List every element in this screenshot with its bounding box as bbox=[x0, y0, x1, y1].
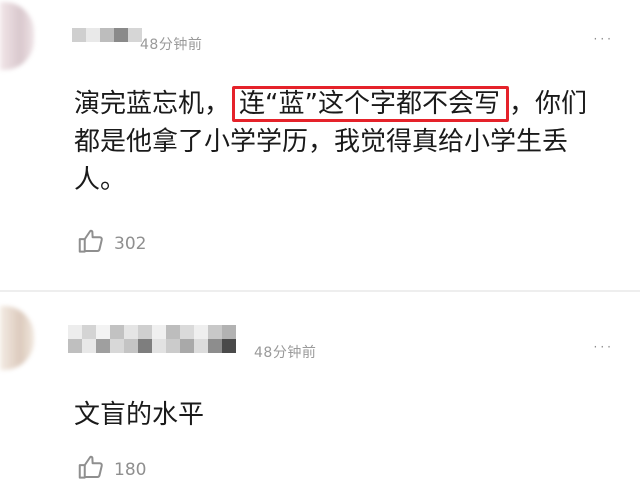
like-button[interactable]: 180 bbox=[76, 452, 146, 487]
username-pixelated[interactable] bbox=[68, 325, 248, 353]
thumbs-up-icon bbox=[76, 226, 106, 261]
avatar[interactable] bbox=[0, 2, 34, 70]
like-count: 302 bbox=[114, 233, 147, 254]
thumbs-up-icon bbox=[76, 452, 106, 487]
username-pixelated[interactable] bbox=[72, 28, 142, 42]
more-dots-icon[interactable]: ··· bbox=[594, 32, 614, 46]
comment-timestamp: 48分钟前 bbox=[140, 37, 203, 53]
comment-item: 48分钟前 ··· 演完蓝忘机， 连“蓝”这个字都不会写 ，你们都是他拿了小学学历，… bbox=[0, 0, 640, 290]
comment-text: 文盲的水平 bbox=[74, 400, 205, 430]
comment-timestamp: 48分钟前 bbox=[254, 345, 317, 361]
like-count: 180 bbox=[114, 459, 147, 480]
comment-item: 48分钟前 ··· 文盲的水平 180 bbox=[0, 292, 640, 485]
comment-text: 演完蓝忘机， 连“蓝”这个字都不会写 ，你们都是他拿了小学学历，我觉得真给小学生丢人… bbox=[74, 85, 610, 199]
avatar[interactable] bbox=[0, 306, 34, 370]
like-button[interactable]: 302 bbox=[76, 226, 146, 261]
comment-text-prefix: 演完蓝忘机， bbox=[74, 89, 231, 119]
highlight-box: 连“蓝”这个字都不会写 bbox=[232, 86, 509, 122]
more-dots-icon[interactable]: ··· bbox=[594, 340, 614, 354]
